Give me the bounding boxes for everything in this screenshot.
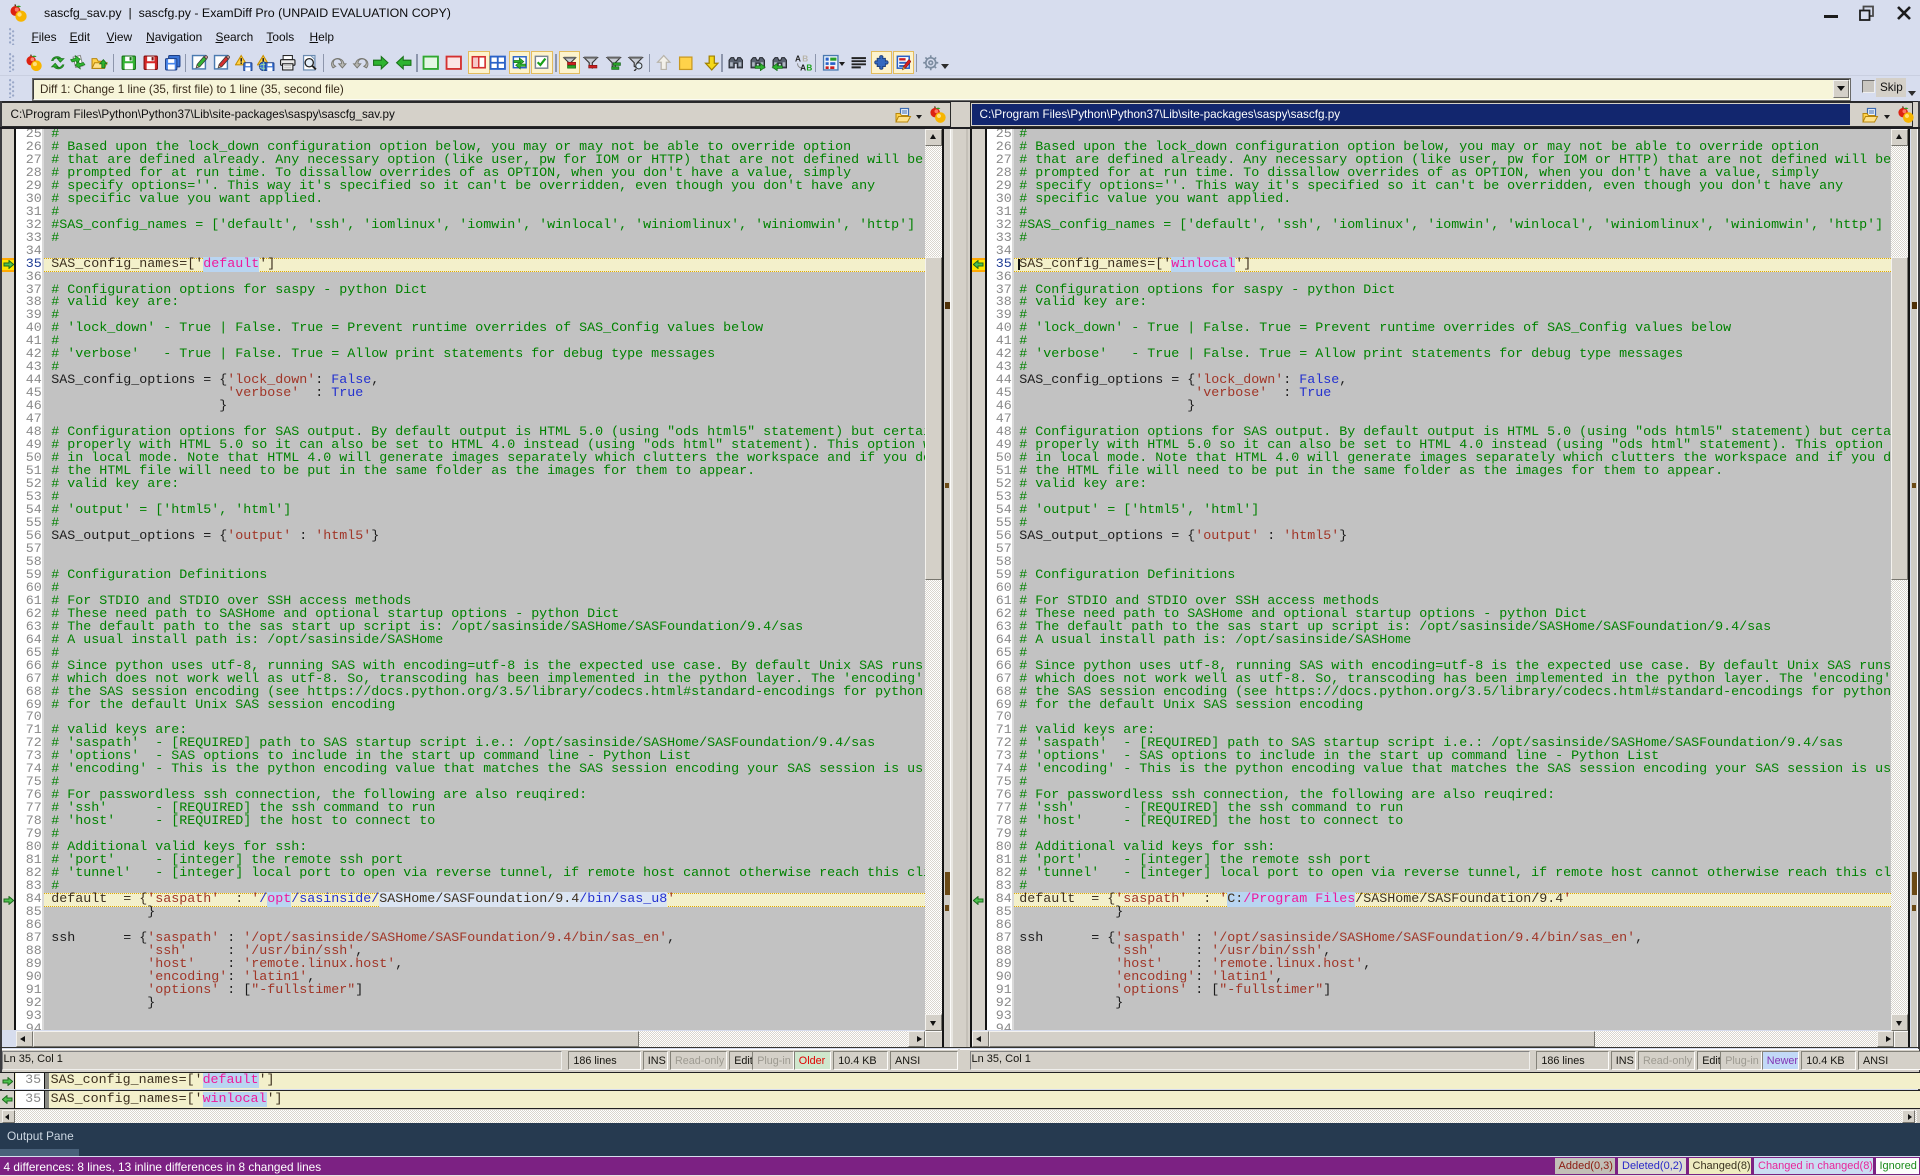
svg-text:B: B	[802, 54, 808, 63]
svg-text:B: B	[806, 63, 811, 71]
svg-text:A: A	[795, 54, 801, 63]
svg-text:A: A	[800, 63, 806, 71]
